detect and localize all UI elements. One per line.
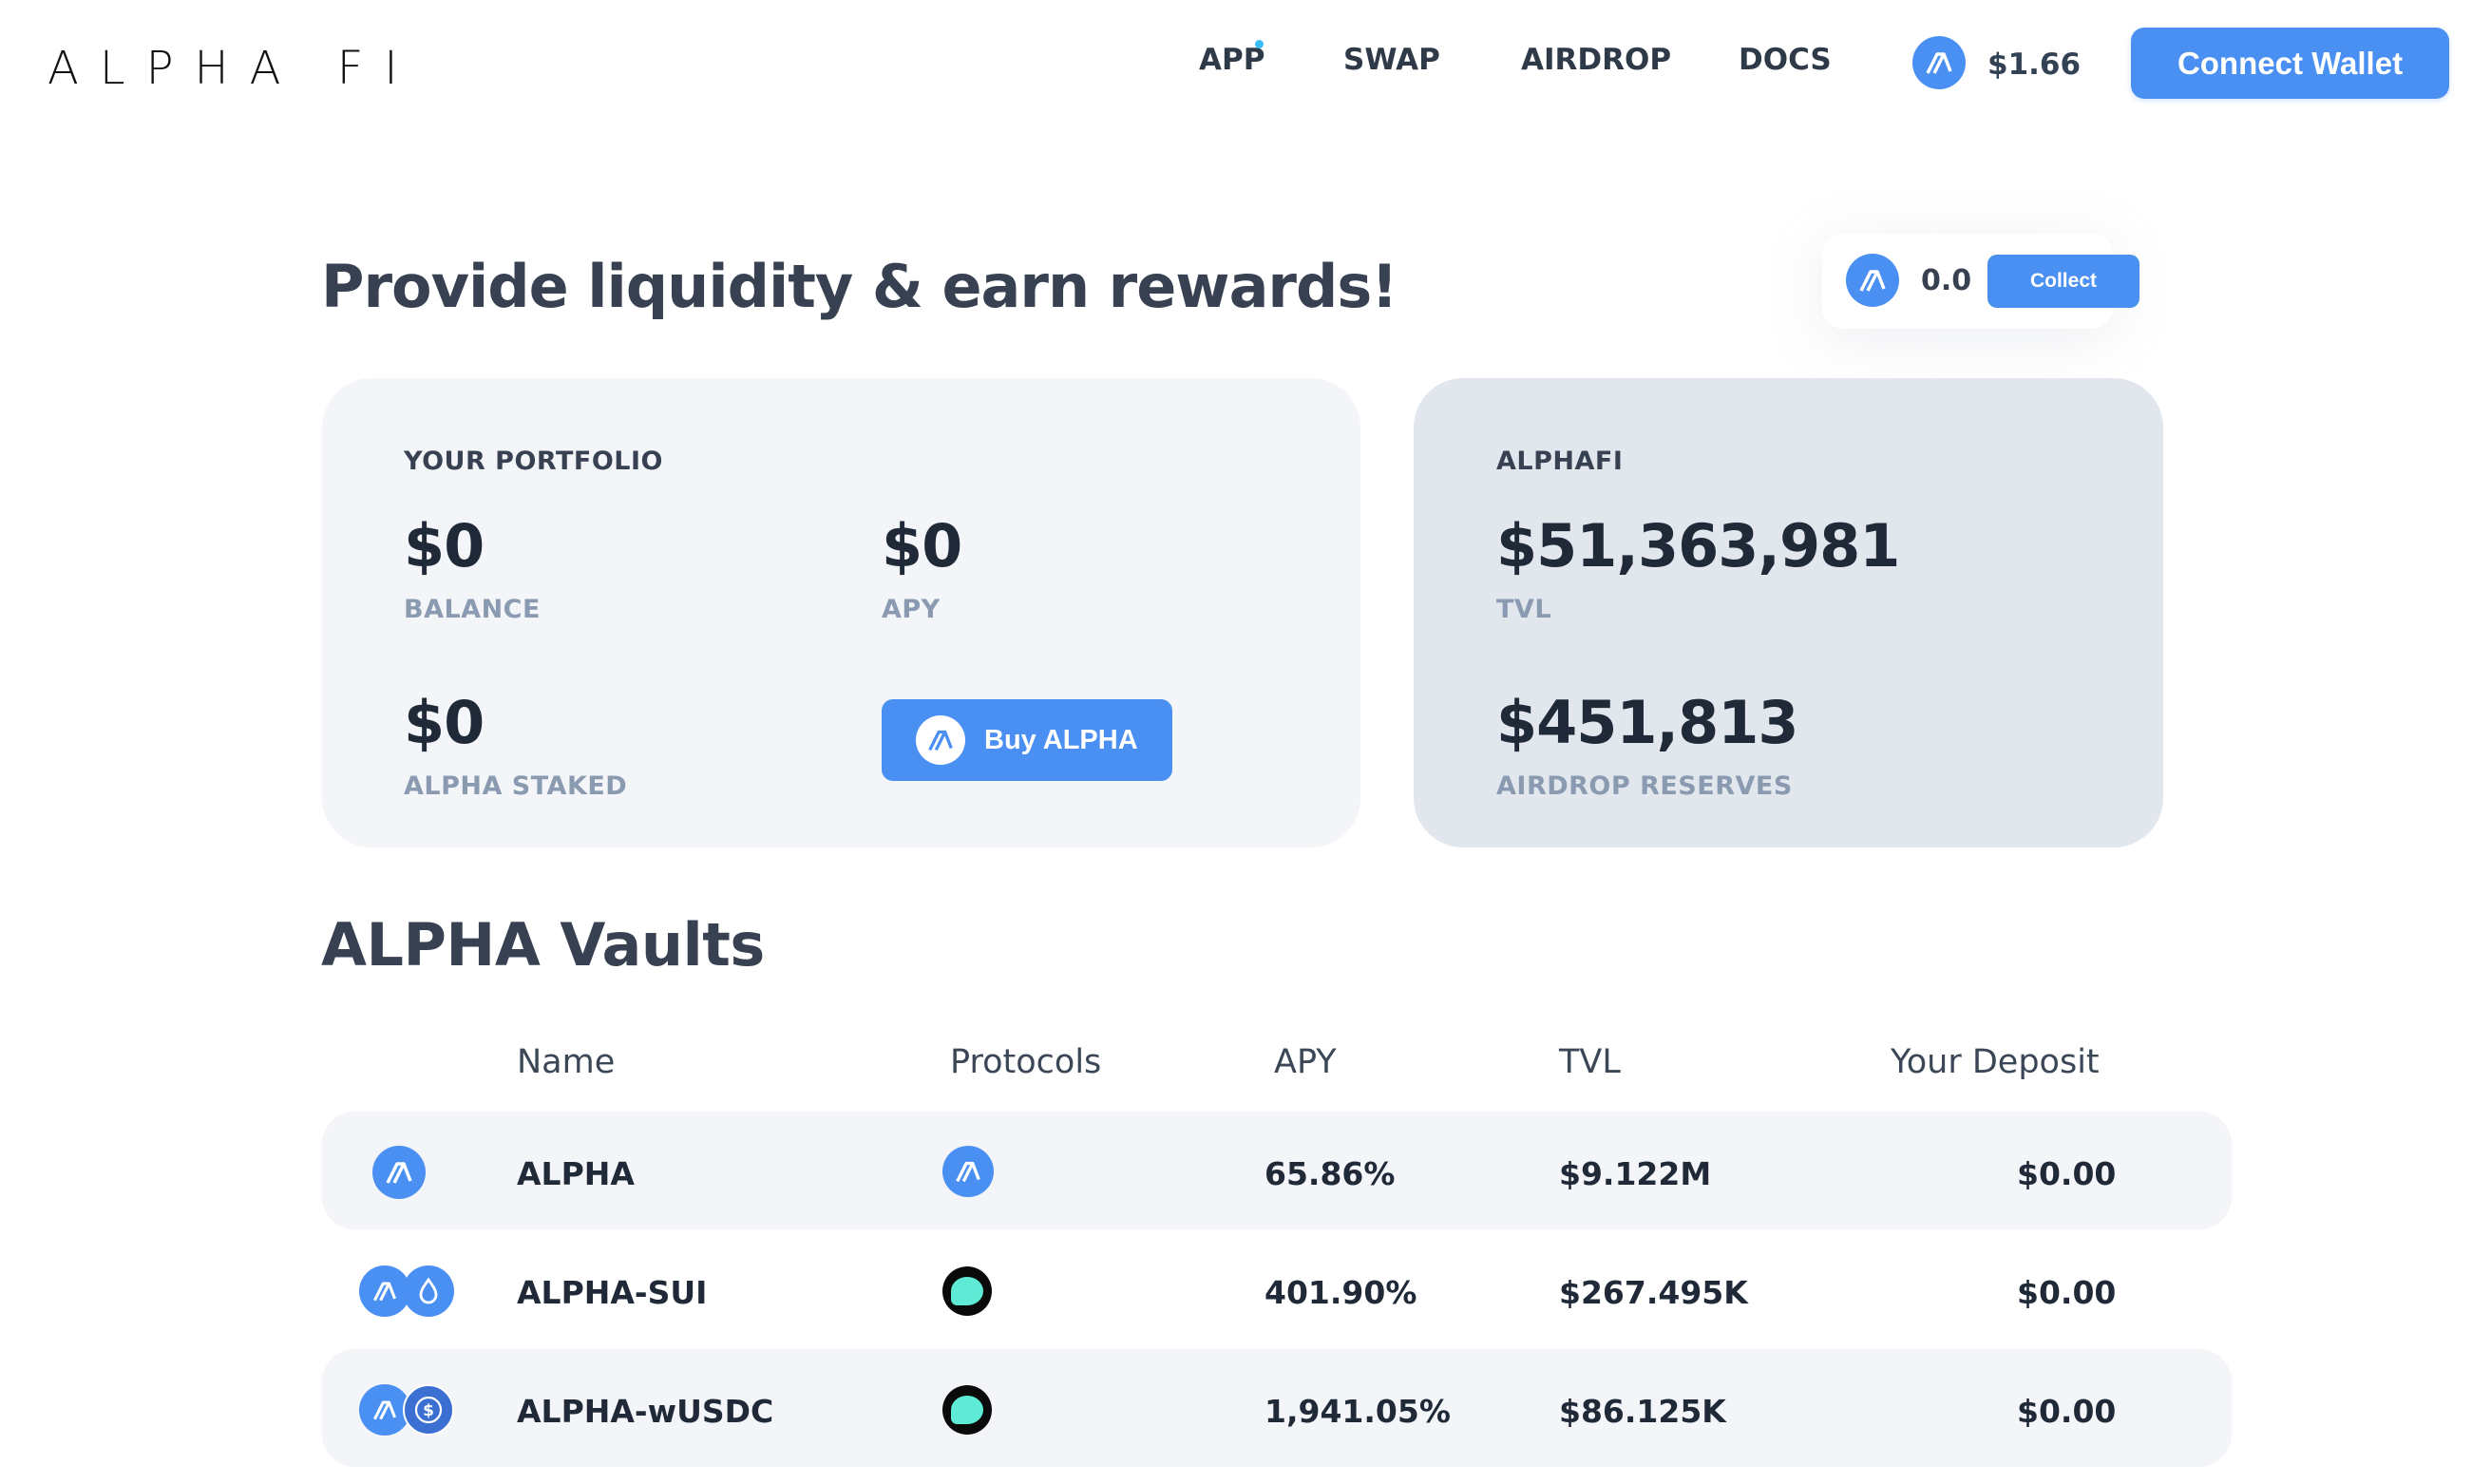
reserves-label: AIRDROP RESERVES	[1496, 771, 1793, 801]
cetus-icon	[942, 1266, 992, 1316]
balance-label: BALANCE	[404, 595, 541, 624]
vault-tvl: $267.495K	[1559, 1274, 1748, 1311]
svg-text:$: $	[423, 1401, 434, 1420]
alpha-icon	[372, 1146, 426, 1199]
vault-apy: 401.90%	[1265, 1274, 1417, 1311]
vault-name: ALPHA-SUI	[517, 1274, 708, 1311]
vault-name: ALPHA	[517, 1155, 635, 1192]
reserves-value: $451,813	[1496, 688, 1799, 757]
nav-docs[interactable]: DOCS	[1739, 46, 1832, 75]
alpha-icon	[916, 715, 965, 765]
nav-airdrop[interactable]: AIRDROP	[1521, 46, 1671, 75]
alpha-price: $1.66	[1987, 48, 2082, 82]
nav-app[interactable]: APP	[1199, 46, 1265, 75]
vault-deposit: $0.00	[2017, 1155, 2117, 1192]
apy-value: $0	[882, 511, 962, 580]
page-title: Provide liquidity & earn rewards!	[321, 252, 1398, 321]
sui-drop-icon	[403, 1265, 454, 1317]
vault-name: ALPHA-wUSDC	[517, 1393, 774, 1430]
tvl-value: $51,363,981	[1496, 511, 1900, 580]
tvl-label: TVL	[1496, 595, 1552, 624]
alpha-icon	[1846, 254, 1899, 307]
vault-deposit: $0.00	[2017, 1274, 2117, 1311]
col-your-deposit[interactable]: Your Deposit	[1891, 1043, 2100, 1081]
logo[interactable]: ALPHA FI	[48, 46, 418, 91]
nav-active-dot	[1255, 40, 1264, 48]
apy-label: APY	[882, 595, 941, 624]
staked-label: ALPHA STAKED	[404, 771, 628, 801]
staked-value: $0	[404, 688, 485, 757]
cetus-icon	[942, 1385, 992, 1435]
vaults-title: ALPHA Vaults	[321, 910, 765, 980]
vault-tvl: $9.122M	[1559, 1155, 1712, 1192]
buy-alpha-button[interactable]: Buy ALPHA	[882, 699, 1172, 781]
nav-swap[interactable]: SWAP	[1343, 46, 1440, 75]
vault-deposit: $0.00	[2017, 1393, 2117, 1430]
vault-tvl: $86.125K	[1559, 1393, 1726, 1430]
connect-wallet-button[interactable]: Connect Wallet	[2131, 28, 2449, 99]
col-protocols[interactable]: Protocols	[950, 1043, 1101, 1081]
balance-value: $0	[404, 511, 485, 580]
alpha-protocol-icon	[942, 1146, 994, 1197]
collect-button[interactable]: Collect	[1987, 255, 2139, 308]
col-name[interactable]: Name	[517, 1043, 615, 1081]
col-apy[interactable]: APY	[1274, 1043, 1337, 1081]
usdc-icon: $	[403, 1384, 454, 1436]
reward-amount: 0.0	[1921, 264, 1972, 297]
col-tvl[interactable]: TVL	[1559, 1043, 1621, 1081]
portfolio-label: YOUR PORTFOLIO	[404, 447, 663, 476]
alphafi-label: ALPHAFI	[1496, 447, 1624, 476]
vault-apy: 65.86%	[1265, 1155, 1396, 1192]
buy-alpha-label: Buy ALPHA	[984, 724, 1138, 755]
alpha-icon	[1912, 36, 1966, 89]
vault-apy: 1,941.05%	[1265, 1393, 1451, 1430]
